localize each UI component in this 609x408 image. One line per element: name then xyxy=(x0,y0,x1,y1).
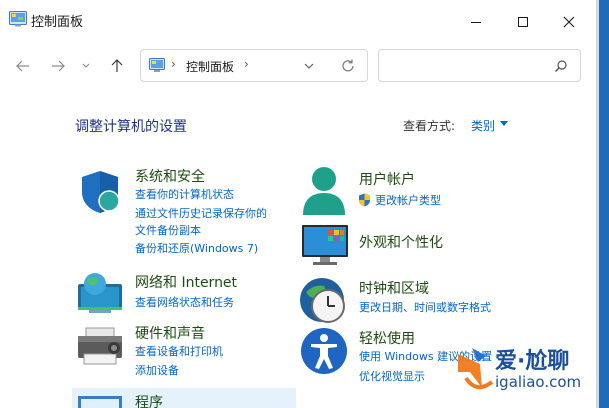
view-by-dropdown[interactable]: 类别 xyxy=(471,117,495,134)
breadcrumb-separator[interactable]: › xyxy=(244,57,249,71)
search-input[interactable] xyxy=(378,49,581,82)
clock-icon[interactable] xyxy=(298,274,350,326)
category-title-network-internet[interactable]: 网络和 Internet xyxy=(135,272,237,292)
category-title-user-accounts[interactable]: 用户帐户 xyxy=(359,169,415,189)
breadcrumb-control-panel[interactable]: 控制面板 xyxy=(186,58,234,75)
back-button[interactable] xyxy=(14,57,32,75)
close-icon xyxy=(563,16,575,28)
caret-down-icon[interactable] xyxy=(500,121,508,127)
watermark-title: 爱·尬聊 xyxy=(495,349,570,374)
view-by-label: 查看方式: xyxy=(403,119,456,133)
refresh-icon[interactable] xyxy=(340,58,356,74)
link-network-status[interactable]: 查看网络状态和任务 xyxy=(135,296,234,309)
link-view-computer-status[interactable]: 查看你的计算机状态 xyxy=(135,188,234,201)
recent-locations-button[interactable] xyxy=(80,57,92,75)
watermark-url: igaliao.com xyxy=(495,373,582,391)
monitor-icon[interactable] xyxy=(299,223,351,267)
arrow-left-icon xyxy=(16,60,29,72)
search-icon xyxy=(555,60,567,72)
title-bar: 控制面板 xyxy=(0,0,609,44)
chevron-down-icon xyxy=(82,63,90,68)
address-bar[interactable]: › 控制面板 › xyxy=(140,49,368,82)
close-button[interactable] xyxy=(546,0,592,44)
category-title-system-security[interactable]: 系统和安全 xyxy=(135,166,205,186)
shield-icon[interactable] xyxy=(76,168,124,216)
maximize-icon xyxy=(518,17,528,27)
category-title-programs[interactable]: 程序 xyxy=(135,392,163,408)
link-backup-restore[interactable]: 备份和还原(Windows 7) xyxy=(135,242,258,255)
desktop-background xyxy=(599,0,609,408)
minimize-icon xyxy=(471,22,481,23)
forward-button[interactable] xyxy=(49,57,67,75)
category-title-ease-of-access[interactable]: 轻松使用 xyxy=(359,328,415,348)
printer-icon[interactable] xyxy=(76,324,124,370)
link-file-history-cont[interactable]: 文件备份副本 xyxy=(135,224,201,237)
arrow-up-icon xyxy=(111,59,123,72)
page-title: 调整计算机的设置 xyxy=(75,119,187,135)
breadcrumb-separator: › xyxy=(171,57,176,71)
category-title-hardware-sound[interactable]: 硬件和声音 xyxy=(135,323,205,343)
link-change-date-time[interactable]: 更改日期、时间或数字格式 xyxy=(359,301,491,314)
up-button[interactable] xyxy=(108,57,126,75)
link-file-history[interactable]: 通过文件历史记录保存你的 xyxy=(135,207,267,220)
category-title-clock-region[interactable]: 时钟和区域 xyxy=(359,278,429,298)
arrow-right-icon xyxy=(52,60,65,72)
category-title-appearance[interactable]: 外观和个性化 xyxy=(359,232,443,252)
window-title: 控制面板 xyxy=(31,15,84,30)
accessibility-icon[interactable] xyxy=(299,326,349,376)
link-add-device[interactable]: 添加设备 xyxy=(135,364,179,377)
link-change-account-type[interactable]: 更改帐户类型 xyxy=(375,194,441,207)
globe-network-icon[interactable] xyxy=(75,270,125,316)
chevron-down-icon[interactable] xyxy=(304,62,314,70)
link-optimize-visual-display[interactable]: 优化视觉显示 xyxy=(359,370,425,383)
programs-icon[interactable] xyxy=(76,394,124,408)
control-panel-icon xyxy=(149,58,165,72)
control-panel-icon xyxy=(9,11,27,27)
maximize-button[interactable] xyxy=(500,0,546,44)
user-icon[interactable] xyxy=(299,165,349,217)
uac-shield-icon xyxy=(359,193,370,207)
minimize-button[interactable] xyxy=(453,0,499,44)
link-devices-printers[interactable]: 查看设备和打印机 xyxy=(135,345,223,358)
